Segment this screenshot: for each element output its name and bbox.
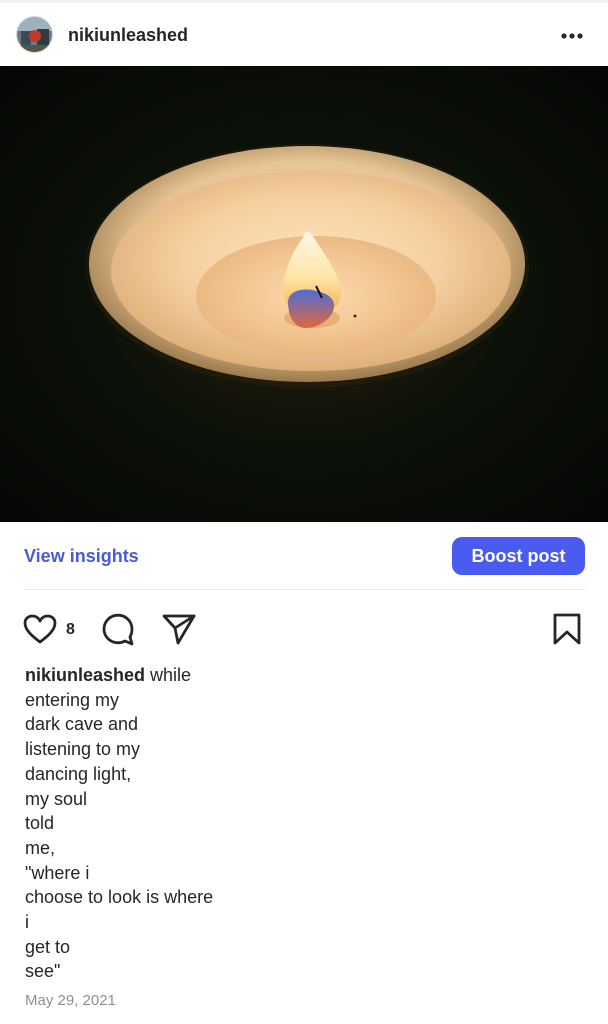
- comment-icon[interactable]: [100, 611, 136, 652]
- caption-username[interactable]: nikiunleashed: [25, 665, 145, 685]
- heart-icon[interactable]: [22, 613, 58, 650]
- caption-line: dancing light,: [25, 763, 132, 784]
- caption-line: get to: [25, 936, 71, 957]
- post-date: May 29, 2021: [25, 992, 116, 1009]
- more-options-icon[interactable]: [559, 25, 587, 45]
- post-username[interactable]: nikiunleashed: [68, 24, 188, 46]
- caption-line: entering my: [25, 689, 120, 710]
- view-insights-link[interactable]: View insights: [24, 545, 139, 567]
- caption-line: see": [25, 961, 61, 982]
- action-bar: 8: [0, 590, 608, 660]
- insights-row: View insights Boost post: [0, 522, 608, 590]
- caption-line: my soul: [25, 788, 88, 809]
- post-header: nikiunleashed: [0, 3, 608, 66]
- caption-line: me,: [25, 837, 56, 858]
- send-icon[interactable]: [160, 612, 198, 651]
- boost-post-button[interactable]: Boost post: [452, 537, 585, 575]
- caption-line: told: [25, 813, 55, 834]
- caption-line: dark cave and: [25, 714, 139, 735]
- caption-line: listening to my: [25, 739, 141, 760]
- caption-line: choose to look is where: [25, 887, 214, 908]
- avatar[interactable]: [16, 16, 53, 53]
- post-image[interactable]: [0, 66, 608, 522]
- like-count[interactable]: 8: [66, 621, 75, 639]
- caption-line: "where i: [25, 862, 90, 883]
- post-caption: nikiunleashed while entering my dark cav…: [25, 663, 285, 984]
- bookmark-icon[interactable]: [551, 611, 583, 652]
- caption-line: nikiunleashed while: [25, 665, 192, 685]
- caption-line: i: [25, 912, 29, 933]
